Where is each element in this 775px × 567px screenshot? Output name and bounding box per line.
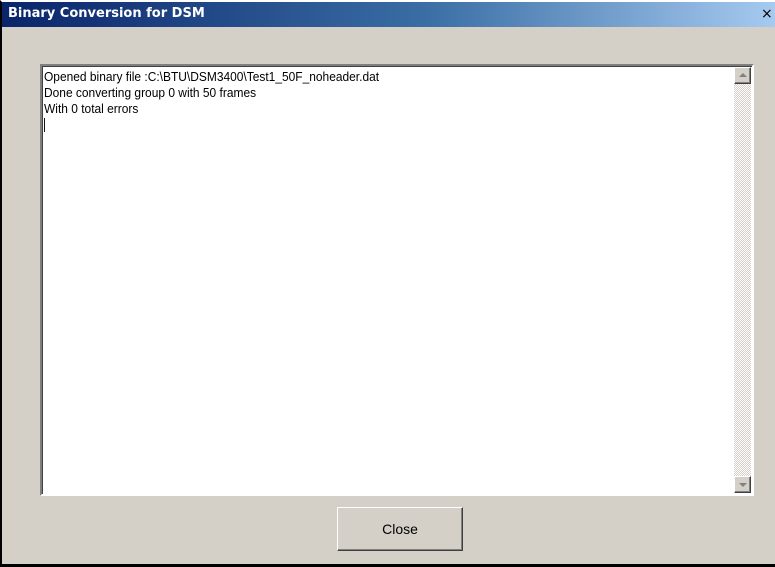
log-line: Opened binary file :C:\BTU\DSM3400\Test1… (44, 69, 380, 84)
log-line: Done converting group 0 with 50 frames (44, 85, 257, 100)
triangle-up-icon (739, 73, 747, 77)
close-icon[interactable]: × (761, 4, 775, 24)
title-bar[interactable]: Binary Conversion for DSM × (2, 2, 775, 27)
window-title: Binary Conversion for DSM (8, 6, 205, 21)
close-button[interactable]: Close (337, 507, 463, 551)
dialog-window: Binary Conversion for DSM × Opened binar… (0, 0, 775, 567)
scroll-up-button[interactable] (734, 67, 751, 84)
text-caret (44, 118, 45, 132)
log-line: With 0 total errors (44, 101, 139, 116)
triangle-down-icon (739, 483, 747, 487)
scroll-down-button[interactable] (734, 476, 751, 493)
vertical-scrollbar[interactable] (734, 67, 751, 493)
log-text: Opened binary file :C:\BTU\DSM3400\Test1… (44, 69, 677, 492)
conversion-log-textbox[interactable]: Opened binary file :C:\BTU\DSM3400\Test1… (40, 64, 754, 496)
